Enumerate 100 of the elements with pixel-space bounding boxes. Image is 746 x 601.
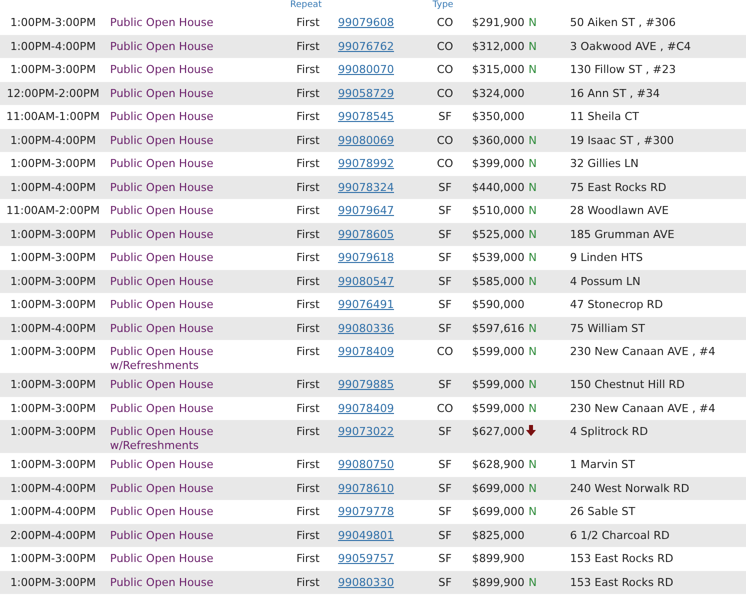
listing-link[interactable]: 99078610 <box>338 482 394 494</box>
price-text: $525,000 <box>472 228 524 240</box>
listing-link[interactable]: 99078409 <box>338 345 394 358</box>
repeat-text: First <box>296 63 320 76</box>
type-text: CO <box>436 402 454 414</box>
time-text: 1:00PM-4:00PM <box>10 180 96 194</box>
listing-link[interactable]: 99078324 <box>338 180 394 194</box>
listing-link[interactable]: 99079778 <box>338 505 394 518</box>
new-label: N <box>528 16 537 29</box>
time-text: 11:00AM-1:00PM <box>6 110 100 123</box>
listing-link[interactable]: 99079647 <box>338 204 394 217</box>
repeat-text: First <box>296 157 320 170</box>
address-text: 230 New Canaan AVE , #4 <box>570 345 716 358</box>
repeat-text: First <box>296 86 320 100</box>
price-text: $440,000 <box>472 180 524 194</box>
new-label: N <box>528 505 537 518</box>
event-text: Public Open House w/Refreshments <box>110 425 214 452</box>
price-text: $360,000 <box>472 134 524 146</box>
event-text: Public Open House <box>110 204 214 217</box>
price-text: $399,000 <box>472 157 524 170</box>
type-text: SF <box>438 378 452 391</box>
new-label: N <box>528 63 537 76</box>
time-text: 1:00PM-3:00PM <box>10 63 96 76</box>
address-text: 75 William ST <box>570 322 646 334</box>
type-text: CO <box>436 86 454 100</box>
event-text: Public Open House <box>110 322 214 334</box>
listing-link[interactable]: 99080547 <box>338 274 394 288</box>
repeat-text: First <box>296 528 320 542</box>
time-text: 12:00PM-2:00PM <box>6 86 100 100</box>
price-text: $899,900 <box>472 576 524 588</box>
price-text: $585,000 <box>472 274 524 288</box>
address-text: 4 Splitrock RD <box>570 425 648 438</box>
type-text: SF <box>438 322 452 334</box>
time-text: 1:00PM-3:00PM <box>10 16 96 29</box>
listing-link[interactable]: 99080750 <box>338 458 394 471</box>
time-text: 1:00PM-3:00PM <box>10 576 96 588</box>
column-header[interactable]: Repeat <box>290 0 322 10</box>
repeat-text: First <box>296 274 320 288</box>
type-text: CO <box>436 40 454 52</box>
new-label: N <box>528 345 537 358</box>
new-label: N <box>528 134 537 146</box>
type-text: SF <box>438 458 452 471</box>
listing-link[interactable]: 99058729 <box>338 86 394 100</box>
column-header[interactable]: Type <box>432 0 454 10</box>
type-text: SF <box>438 251 452 264</box>
price-text: $291,900 <box>472 16 524 29</box>
type-text: SF <box>438 528 452 542</box>
new-label: N <box>528 228 537 240</box>
type-text: SF <box>438 576 452 588</box>
price-text: $599,000 <box>472 402 524 414</box>
address-text: 47 Stonecrop RD <box>570 298 663 311</box>
type-text: SF <box>438 110 452 123</box>
new-label: N <box>528 322 537 334</box>
time-text: 1:00PM-3:00PM <box>10 345 96 358</box>
listing-link[interactable]: 99076491 <box>338 298 394 311</box>
repeat-text: First <box>296 134 320 146</box>
price-text: $539,000 <box>472 251 524 264</box>
listing-link[interactable]: 99078545 <box>338 110 394 123</box>
repeat-text: First <box>296 16 320 29</box>
price-text: $315,000 <box>472 63 524 76</box>
listing-link[interactable]: 99073022 <box>338 425 394 438</box>
listing-link[interactable]: 99078992 <box>338 157 394 170</box>
repeat-text: First <box>296 345 320 358</box>
type-text: SF <box>438 505 452 518</box>
address-text: 28 Woodlawn AVE <box>570 204 669 217</box>
repeat-text: First <box>296 180 320 194</box>
listing-link[interactable]: 99080336 <box>338 322 394 334</box>
listing-link[interactable]: 99080069 <box>338 134 394 146</box>
listing-link[interactable]: 99076762 <box>338 40 394 52</box>
type-text: SF <box>438 204 452 217</box>
new-label: N <box>528 576 537 588</box>
listing-link[interactable]: 99049801 <box>338 528 394 542</box>
time-text: 1:00PM-3:00PM <box>10 157 96 170</box>
listing-link[interactable]: 99080070 <box>338 63 394 76</box>
repeat-text: First <box>296 402 320 414</box>
event-text: Public Open House <box>110 298 214 311</box>
address-text: 130 Fillow ST , #23 <box>570 63 676 76</box>
type-text: SF <box>438 180 452 194</box>
listing-link[interactable]: 99079618 <box>338 251 394 264</box>
price-text: $599,000 <box>472 378 524 391</box>
listing-link[interactable]: 99078605 <box>338 228 394 240</box>
event-text: Public Open House <box>110 180 214 194</box>
time-text: 1:00PM-3:00PM <box>10 251 96 264</box>
address-text: 150 Chestnut Hill RD <box>570 378 685 391</box>
new-label: N <box>528 40 537 52</box>
time-text: 1:00PM-3:00PM <box>10 298 96 311</box>
event-text: Public Open House <box>110 402 214 414</box>
type-text: SF <box>438 425 452 438</box>
address-text: 19 Isaac ST , #300 <box>570 134 674 146</box>
listing-link[interactable]: 99079885 <box>338 378 394 391</box>
event-text: Public Open House <box>110 63 214 76</box>
event-text: Public Open House <box>110 274 214 288</box>
listing-link[interactable]: 99079608 <box>338 16 394 29</box>
time-text: 1:00PM-3:00PM <box>10 552 96 565</box>
type-text: CO <box>436 157 454 170</box>
listing-link[interactable]: 99078409 <box>338 402 394 414</box>
listing-link[interactable]: 99059757 <box>338 552 394 565</box>
listing-link[interactable]: 99080330 <box>338 576 394 588</box>
event-text: Public Open House <box>110 251 214 264</box>
event-text: Public Open House <box>110 86 214 100</box>
